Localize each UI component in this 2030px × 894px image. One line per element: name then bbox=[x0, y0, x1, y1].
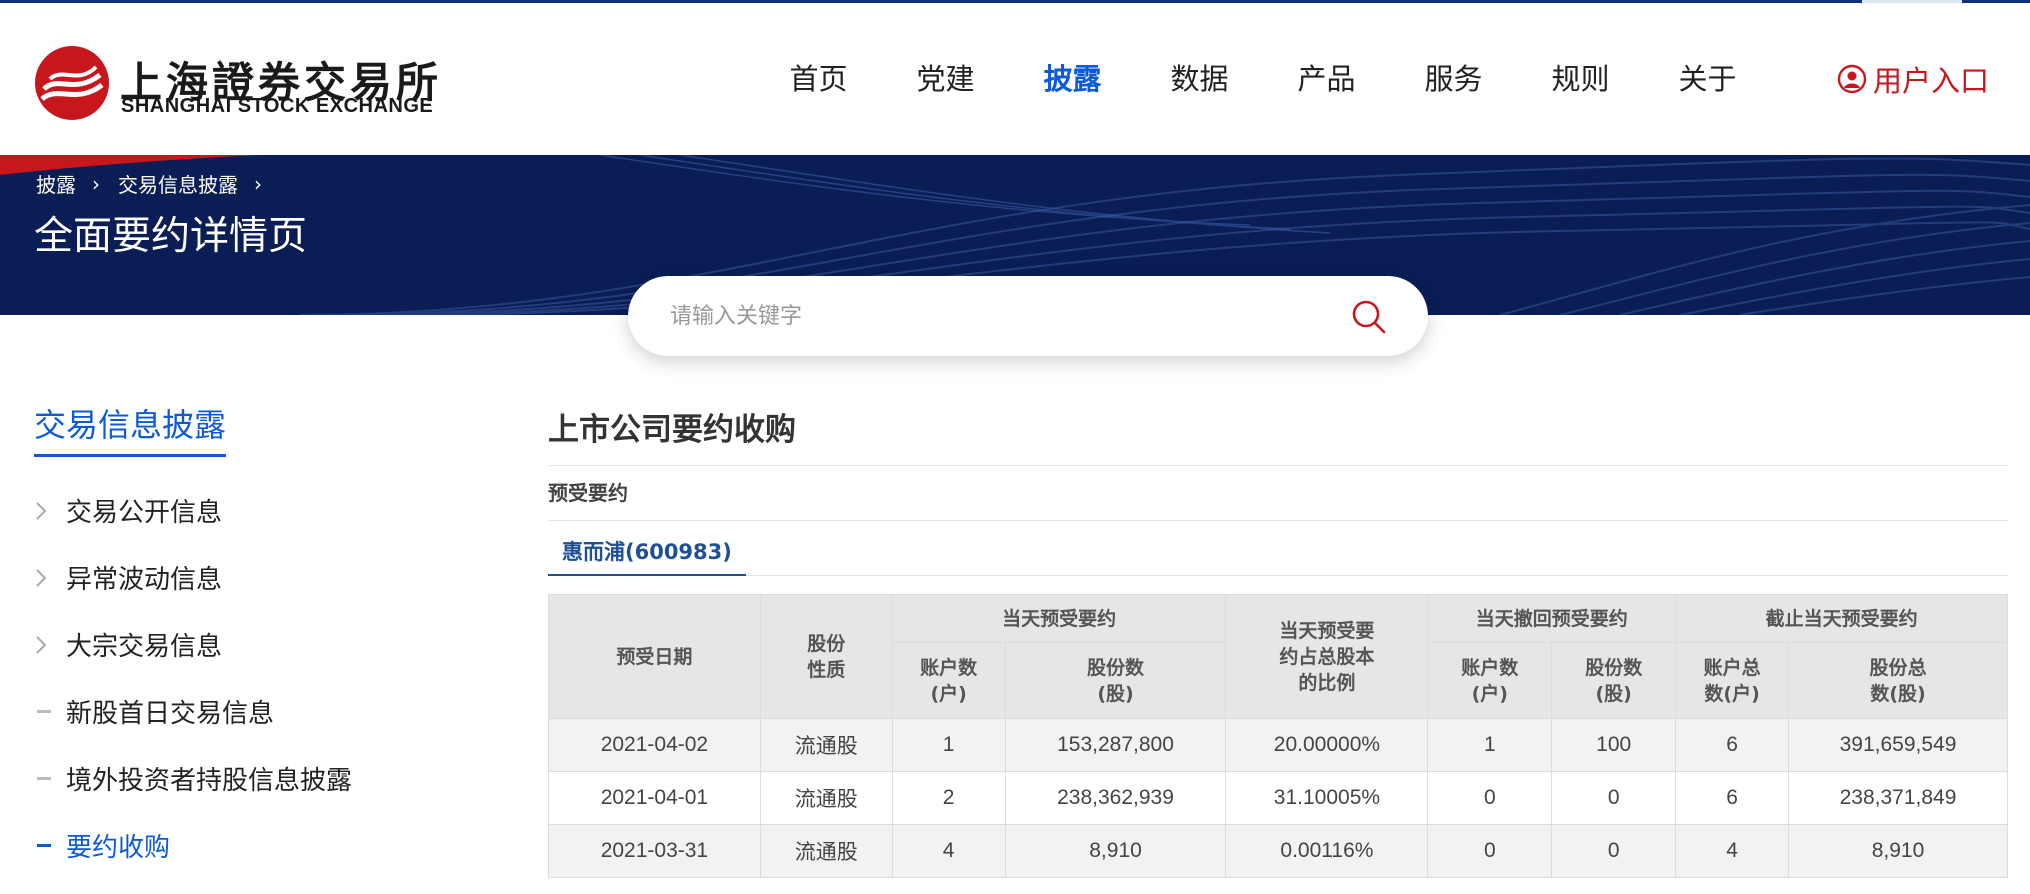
cell-total-shares: 8,910 bbox=[1788, 824, 2008, 878]
nav-item-rules[interactable]: 规则 bbox=[1517, 3, 1644, 155]
nav-item-home[interactable]: 首页 bbox=[755, 3, 882, 155]
cell-date: 2021-04-02 bbox=[548, 718, 761, 772]
sidebar-item-label: 交易公开信息 bbox=[66, 498, 223, 528]
cell-date: 2021-04-01 bbox=[548, 771, 761, 825]
nav-item-disclosure[interactable]: 披露 bbox=[1009, 3, 1136, 155]
cell-ratio: 0.00116% bbox=[1225, 824, 1429, 878]
chevron-right-icon: › bbox=[92, 171, 100, 196]
table-row: 2021-03-31 流通股 4 8,910 0.00116% 0 0 4 8,… bbox=[548, 824, 2008, 878]
section-title: 上市公司要约收购 bbox=[548, 400, 2008, 466]
cell-withdraw-accounts: 0 bbox=[1427, 824, 1553, 878]
cell-today-accounts: 4 bbox=[891, 824, 1006, 878]
nav-item-data[interactable]: 数据 bbox=[1136, 3, 1263, 155]
breadcrumb-item-trade-disclosure[interactable]: 交易信息披露 bbox=[118, 169, 238, 198]
table-row: 2021-04-01 流通股 2 238,362,939 31.10005% 0… bbox=[548, 771, 2008, 825]
header-withdraw-accounts: 账户数 (户) bbox=[1427, 642, 1553, 719]
sidebar-item-label: 境外投资者持股信息披露 bbox=[66, 766, 353, 796]
sidebar-item-ipo-first-day[interactable]: 新股首日交易信息 bbox=[34, 678, 474, 745]
cell-total-shares: 238,371,849 bbox=[1788, 771, 2008, 825]
search-input[interactable] bbox=[670, 296, 1310, 336]
cell-withdraw-accounts: 0 bbox=[1427, 771, 1553, 825]
sidebar-item-label: 异常波动信息 bbox=[66, 565, 223, 595]
logo-english-name: SHANGHAI STOCK EXCHANGE bbox=[121, 95, 434, 117]
header-date: 预受日期 bbox=[548, 594, 761, 719]
user-entry-label: 用户入口 bbox=[1873, 64, 1990, 98]
chevron-right-icon bbox=[34, 634, 66, 656]
cell-share-type: 流通股 bbox=[759, 718, 893, 772]
nav-item-party[interactable]: 党建 bbox=[882, 3, 1009, 155]
dash-icon bbox=[34, 777, 66, 780]
header-group-today: 当天预受要约 bbox=[891, 594, 1227, 643]
cell-share-type: 流通股 bbox=[759, 824, 893, 878]
nav-item-services[interactable]: 服务 bbox=[1390, 3, 1517, 155]
cell-ratio: 31.10005% bbox=[1225, 771, 1429, 825]
chevron-right-icon: › bbox=[254, 171, 262, 196]
header-withdraw-shares: 股份数 (股) bbox=[1551, 642, 1677, 719]
sidebar-item-label: 新股首日交易信息 bbox=[66, 699, 275, 729]
breadcrumb-item-disclosure[interactable]: 披露 bbox=[36, 169, 76, 198]
section-subtitle: 预受要约 bbox=[548, 466, 2008, 521]
nav-item-products[interactable]: 产品 bbox=[1263, 3, 1390, 155]
tab-company[interactable]: 惠而浦(600983) bbox=[548, 521, 746, 576]
main-content: 上市公司要约收购 预受要约 惠而浦(600983) 预受日期 股份 性质 当天预… bbox=[548, 400, 2008, 878]
sidebar-item-label: 要约收购 bbox=[66, 833, 171, 863]
user-entry-link[interactable]: 用户入口 bbox=[1837, 57, 1989, 101]
cell-withdraw-shares: 0 bbox=[1551, 771, 1677, 825]
cell-total-accounts: 4 bbox=[1675, 824, 1790, 878]
sidebar-item-tender-offer[interactable]: 要约收购 bbox=[34, 812, 474, 879]
cell-today-shares: 238,362,939 bbox=[1004, 771, 1227, 825]
cell-today-accounts: 2 bbox=[891, 771, 1006, 825]
header-today-shares: 股份数 (股) bbox=[1004, 642, 1227, 719]
user-icon bbox=[1837, 64, 1867, 94]
dash-icon bbox=[34, 710, 66, 713]
sidebar-item-label: 大宗交易信息 bbox=[66, 632, 223, 662]
sidebar-title: 交易信息披露 bbox=[34, 400, 227, 457]
header-group-withdraw: 当天撤回预受要约 bbox=[1427, 594, 1677, 643]
sidebar-item-public-trade-info[interactable]: 交易公开信息 bbox=[34, 477, 474, 544]
search-icon[interactable] bbox=[1350, 298, 1388, 336]
cell-date: 2021-03-31 bbox=[548, 824, 761, 878]
tender-offer-table: 预受日期 股份 性质 当天预受要约 当天预受要 约占总股本 的比例 当天撤回预受… bbox=[548, 594, 2008, 878]
page-title: 全面要约详情页 bbox=[34, 214, 308, 259]
chevron-right-icon bbox=[34, 500, 66, 522]
cell-today-shares: 153,287,800 bbox=[1004, 718, 1227, 772]
sse-logo-icon bbox=[35, 46, 109, 120]
chevron-right-icon bbox=[34, 567, 66, 589]
company-tabbar: 惠而浦(600983) bbox=[548, 521, 2008, 576]
header-total-accounts: 账户总 数(户) bbox=[1675, 642, 1790, 719]
table-row: 2021-04-02 流通股 1 153,287,800 20.00000% 1… bbox=[548, 718, 2008, 772]
nav-item-about[interactable]: 关于 bbox=[1644, 3, 1771, 155]
cell-withdraw-accounts: 1 bbox=[1427, 718, 1553, 772]
cell-withdraw-shares: 0 bbox=[1551, 824, 1677, 878]
cell-total-shares: 391,659,549 bbox=[1788, 718, 2008, 772]
header-total-shares: 股份总 数(股) bbox=[1788, 642, 2008, 719]
sidebar: 交易信息披露 交易公开信息 异常波动信息 大宗交易信息 新股首日交易信息 境外投… bbox=[34, 400, 474, 879]
search-box bbox=[628, 276, 1428, 356]
cell-total-accounts: 6 bbox=[1675, 718, 1790, 772]
dash-icon bbox=[34, 844, 66, 847]
sidebar-item-block-trade[interactable]: 大宗交易信息 bbox=[34, 611, 474, 678]
header-today-accounts: 账户数 (户) bbox=[891, 642, 1006, 719]
cell-today-accounts: 1 bbox=[891, 718, 1006, 772]
cell-ratio: 20.00000% bbox=[1225, 718, 1429, 772]
header-share-type: 股份 性质 bbox=[759, 594, 893, 719]
cell-total-accounts: 6 bbox=[1675, 771, 1790, 825]
sidebar-list: 交易公开信息 异常波动信息 大宗交易信息 新股首日交易信息 境外投资者持股信息披… bbox=[34, 477, 474, 879]
site-header: 上海證券交易所 SHANGHAI STOCK EXCHANGE 首页 党建 披露… bbox=[0, 3, 2030, 155]
sidebar-item-foreign-holdings[interactable]: 境外投资者持股信息披露 bbox=[34, 745, 474, 812]
breadcrumb: 披露 › 交易信息披露 › bbox=[36, 169, 280, 198]
header-group-total: 截止当天预受要约 bbox=[1675, 594, 2008, 643]
main-nav: 首页 党建 披露 数据 产品 服务 规则 关于 bbox=[755, 3, 1771, 155]
header-ratio: 当天预受要 约占总股本 的比例 bbox=[1225, 594, 1429, 719]
cell-today-shares: 8,910 bbox=[1004, 824, 1227, 878]
cell-share-type: 流通股 bbox=[759, 771, 893, 825]
site-logo[interactable]: 上海證券交易所 SHANGHAI STOCK EXCHANGE bbox=[34, 45, 438, 121]
cell-withdraw-shares: 100 bbox=[1551, 718, 1677, 772]
sidebar-item-abnormal-fluctuation[interactable]: 异常波动信息 bbox=[34, 544, 474, 611]
